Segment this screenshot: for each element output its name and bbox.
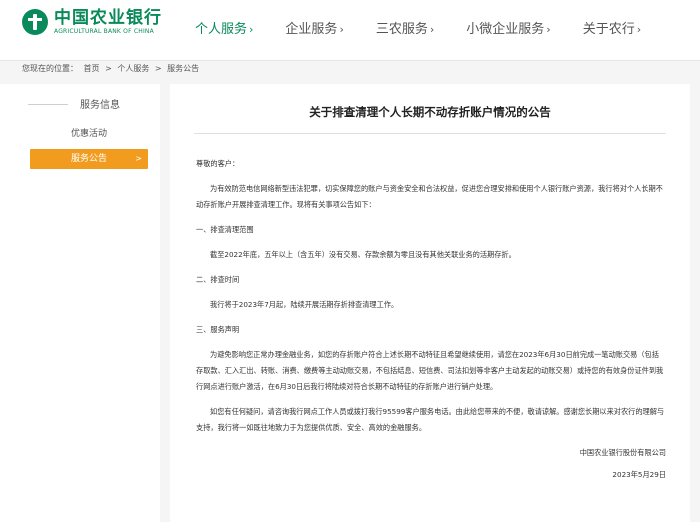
article-signature: 中国农业银行股份有限公司 xyxy=(579,448,666,457)
breadcrumb-home[interactable]: 首页 xyxy=(84,64,100,73)
section-heading: 一、排查清理范围 xyxy=(196,225,254,234)
sidebar: 服务信息 优惠活动 服务公告 > xyxy=(0,84,160,522)
article-salutation: 尊敬的客户： xyxy=(196,159,240,168)
divider xyxy=(28,104,68,105)
breadcrumb-personal[interactable]: 个人服务 xyxy=(117,64,149,73)
nav-item-rural[interactable]: 三农服务 › xyxy=(376,0,434,60)
breadcrumb-separator: > xyxy=(154,64,162,73)
abc-logo-icon xyxy=(22,9,48,35)
section-heading: 三、服务声明 xyxy=(196,325,240,334)
chevron-right-icon: › xyxy=(339,23,344,36)
article-panel: 关于排查清理个人长期不动存折账户情况的公告 尊敬的客户： 为有效防范电信网络新型… xyxy=(170,84,690,522)
article-date: 2023年5月29日 xyxy=(612,470,666,479)
article-intro: 为有效防范电信网络新型违法犯罪，切实保障您的账户与资金安全和合法权益，促进您合理… xyxy=(196,184,663,209)
breadcrumb-prefix: 您现在的位置： xyxy=(22,64,78,73)
chevron-right-icon: › xyxy=(249,23,254,36)
nav-item-about[interactable]: 关于农行 › xyxy=(583,0,641,60)
sidebar-title: 服务信息 xyxy=(80,100,120,111)
sidebar-item-announcements[interactable]: 服务公告 > xyxy=(30,149,148,169)
brand-name-cn: 中国农业银行 xyxy=(54,8,162,28)
nav-item-personal[interactable]: 个人服务 › xyxy=(195,0,253,60)
chevron-right-icon: › xyxy=(636,23,642,36)
article-title: 关于排查清理个人长期不动存折账户情况的公告 xyxy=(309,105,551,119)
breadcrumb-separator: > xyxy=(105,64,112,73)
breadcrumb: 您现在的位置： 首页 > 个人服务 > 服务公告 xyxy=(22,60,202,78)
divider xyxy=(194,133,666,134)
chevron-right-icon: › xyxy=(546,23,551,36)
chevron-right-icon: > xyxy=(135,154,142,163)
chevron-right-icon: › xyxy=(429,23,435,36)
nav-item-smb[interactable]: 小微企业服务 › xyxy=(466,0,550,60)
article-closing: 如您有任何疑问，请咨询我行网点工作人员或拨打我行95599客户服务电话。由此给您… xyxy=(196,407,665,432)
section-text: 截至2022年底，五年以上（含五年）没有交易、存款余额为零且没有其他关联业务的活… xyxy=(210,250,516,259)
section-heading: 二、排查时间 xyxy=(196,275,240,284)
sidebar-item-promotions[interactable]: 优惠活动 xyxy=(30,124,148,144)
breadcrumb-current: 服务公告 xyxy=(167,64,200,73)
brand-logo[interactable]: 中国农业银行 AGRICULTURAL BANK OF CHINA xyxy=(22,8,162,36)
sidebar-header: 服务信息 xyxy=(28,96,148,111)
sidebar-item-label: 服务公告 xyxy=(70,154,107,164)
main-nav: 个人服务 › 企业服务 › 三农服务 › 小微企业服务 › 关于农行 › xyxy=(195,0,673,60)
section-text: 为避免影响您正常办理金融业务，如您的存折账户符合上述长期不动特征且希望继续使用，… xyxy=(196,350,664,391)
brand-name-en: AGRICULTURAL BANK OF CHINA xyxy=(54,28,154,35)
brand-text: 中国农业银行 AGRICULTURAL BANK OF CHINA xyxy=(54,8,162,36)
article-body: 尊敬的客户： 为有效防范电信网络新型违法犯罪，切实保障您的账户与资金安全和合法权… xyxy=(196,156,666,483)
nav-item-corporate[interactable]: 企业服务 › xyxy=(285,0,343,60)
site-header: 中国农业银行 AGRICULTURAL BANK OF CHINA 个人服务 › … xyxy=(0,0,700,61)
section-text: 我行将于2023年7月起，陆续开展活期存折排查清理工作。 xyxy=(210,300,399,309)
